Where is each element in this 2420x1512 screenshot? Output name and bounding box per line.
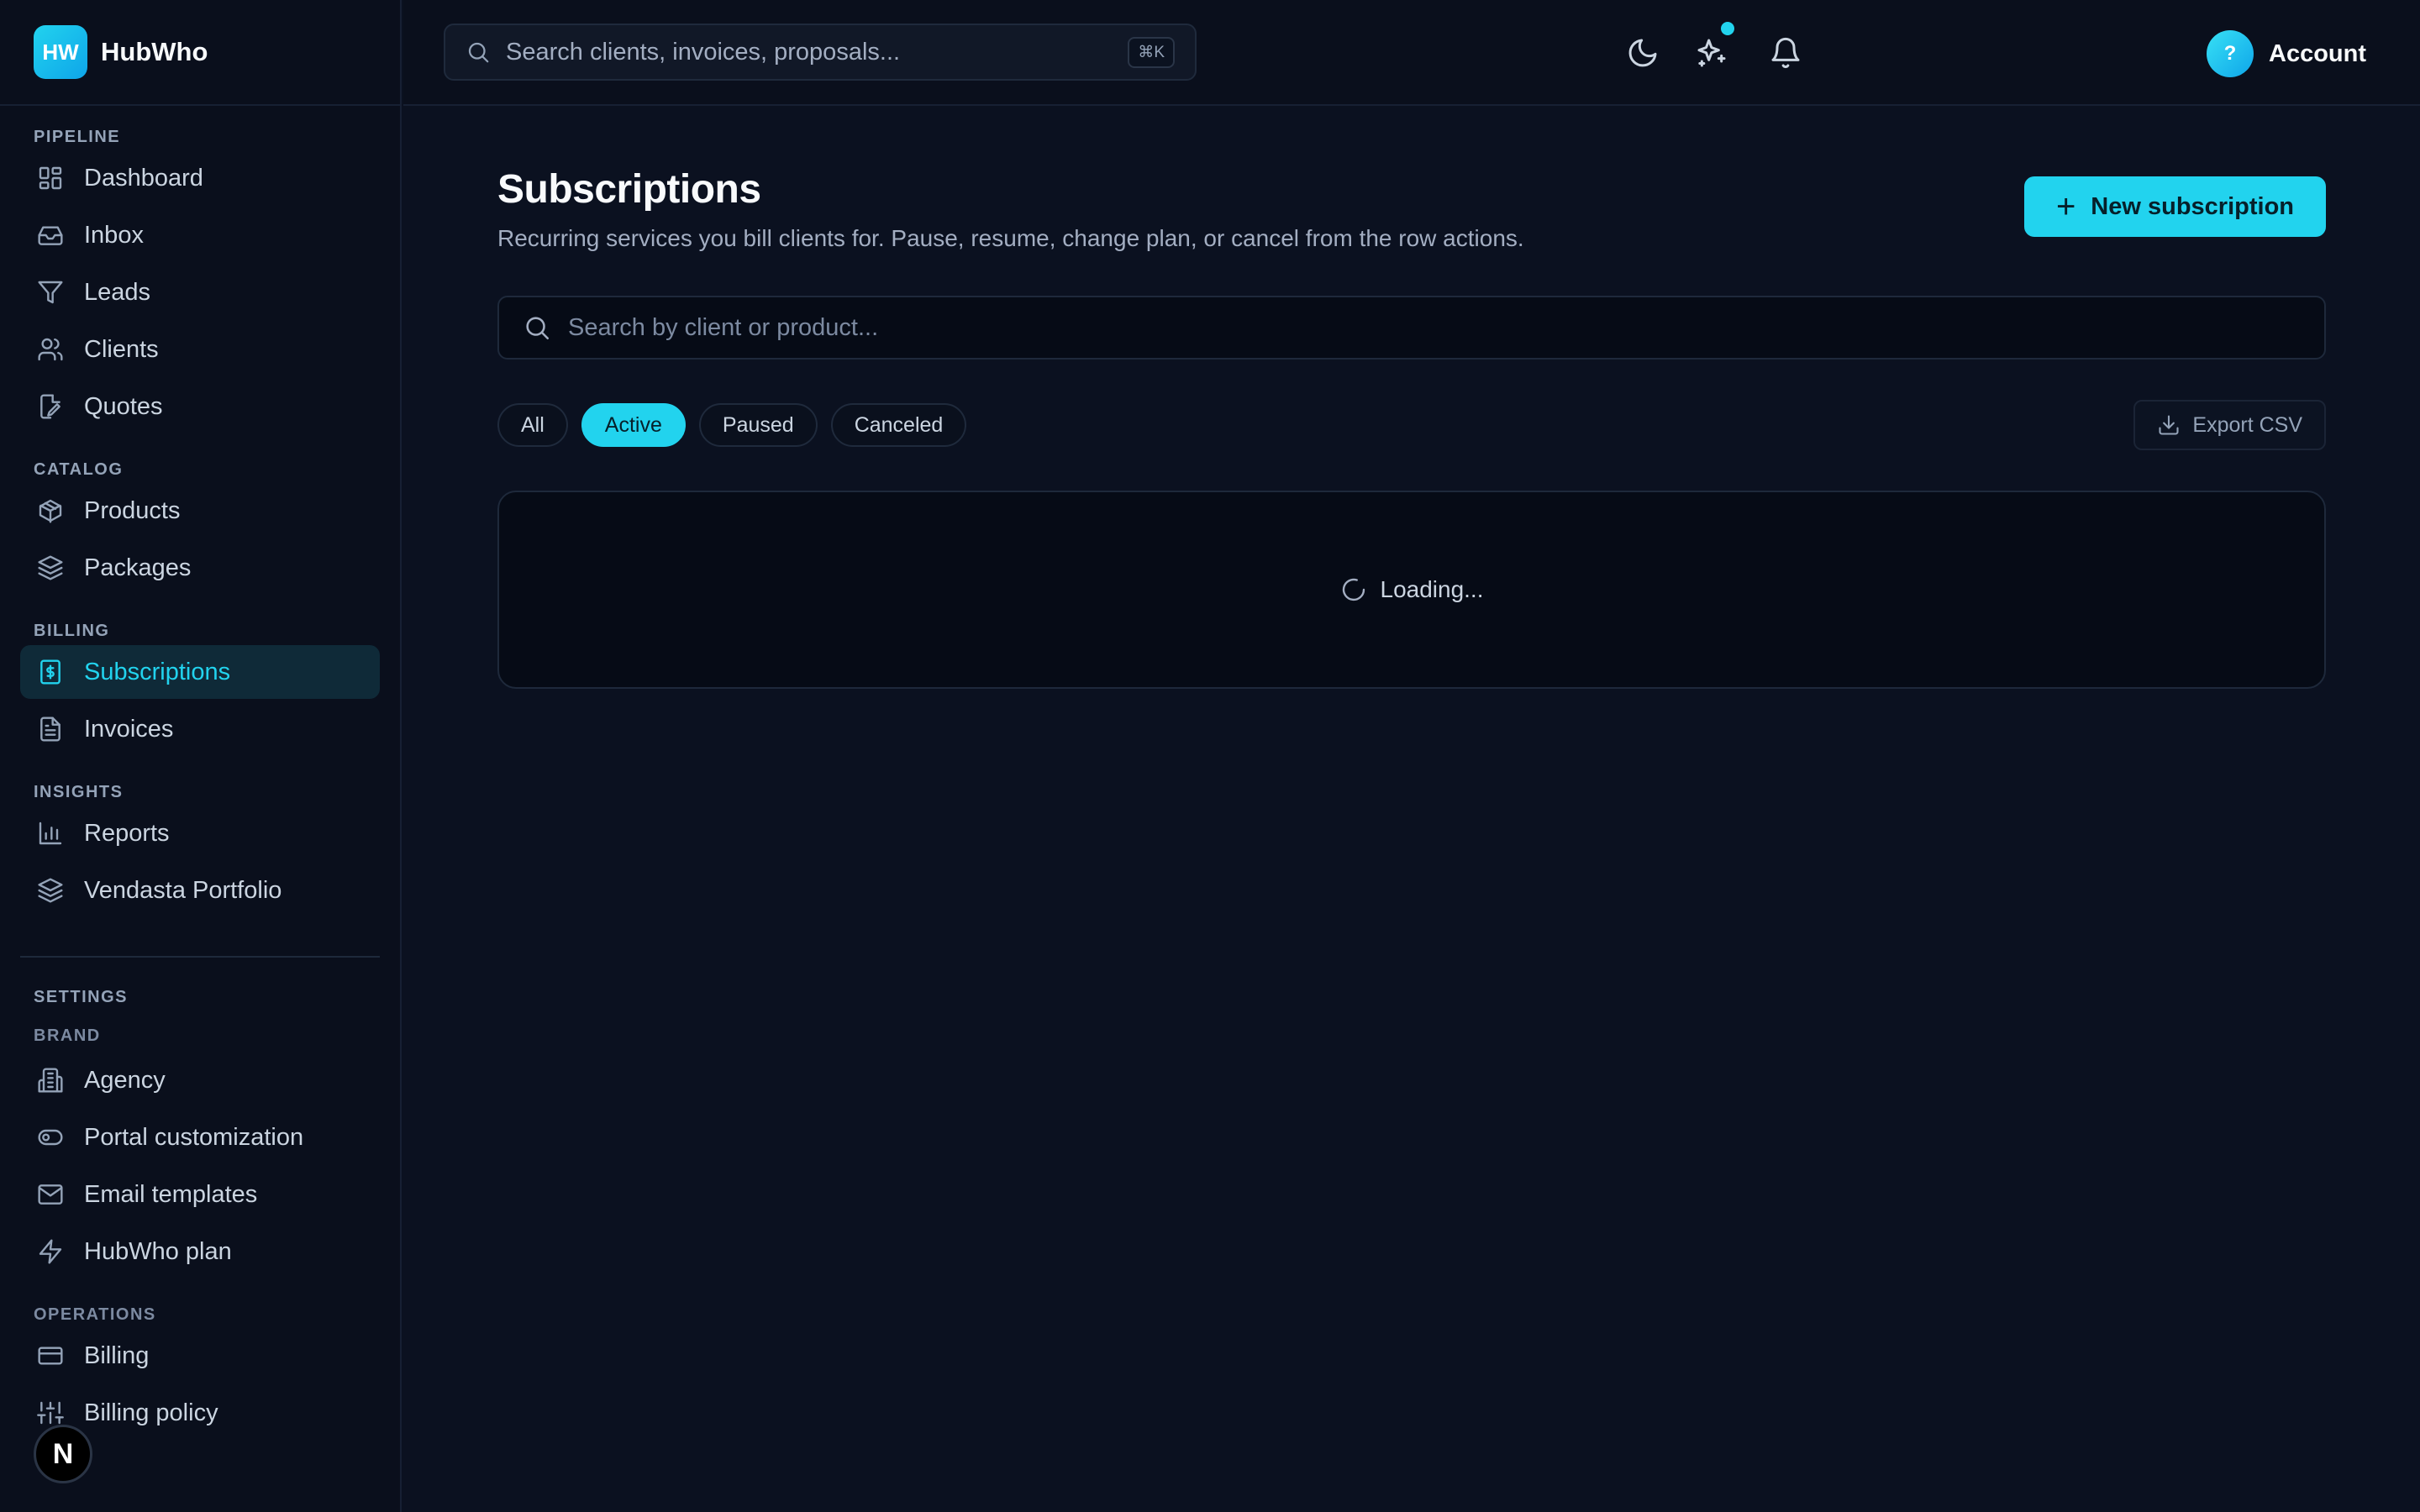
filter-chip-all[interactable]: All — [497, 403, 568, 447]
plus-icon: + — [2055, 188, 2076, 225]
subscriptions-table-loading: Loading... — [497, 491, 2326, 689]
sidebar-item-agency[interactable]: Agency — [20, 1053, 380, 1107]
building-icon — [38, 1068, 63, 1093]
search-icon — [526, 317, 550, 340]
sidebar-item-label: Quotes — [84, 392, 163, 420]
inbox-icon — [38, 226, 63, 245]
new-subscription-label: New subscription — [2091, 192, 2294, 220]
sidebar-item-leads[interactable]: Leads — [20, 265, 380, 319]
quote-edit-icon — [40, 394, 60, 419]
topbar: ⌘K ? Account — [403, 0, 2420, 106]
account-menu[interactable]: ? Account — [2207, 30, 2366, 77]
loading-indicator: Loading... — [1340, 576, 1484, 603]
sidebar-item-invoices[interactable]: Invoices — [20, 702, 380, 756]
section-label-catalog: CATALOG — [34, 460, 124, 479]
export-csv-label: Export CSV — [2192, 412, 2302, 437]
sidebar-item-products[interactable]: Products — [20, 484, 380, 538]
layers-icon — [38, 878, 63, 903]
sidebar-item-label: Dashboard — [84, 164, 203, 192]
sidebar-item-label: Portal customization — [84, 1123, 304, 1151]
brand[interactable]: HW HubWho — [0, 0, 400, 106]
brand-name: HubWho — [101, 37, 208, 66]
bar-chart-icon — [39, 822, 62, 845]
sidebar: HW HubWho PIPELINE Dashboard Inbox Leads… — [0, 0, 402, 1512]
filter-chip-canceled[interactable]: Canceled — [830, 403, 967, 447]
sidebar-item-label: Clients — [84, 335, 159, 363]
users-icon — [38, 338, 63, 361]
section-label-operations: OPERATIONS — [34, 1305, 156, 1324]
section-label-pipeline: PIPELINE — [34, 128, 121, 146]
sidebar-item-label: Inbox — [84, 221, 144, 249]
sidebar-nav: PIPELINE Dashboard Inbox Leads Clients Q… — [0, 106, 400, 1440]
sidebar-item-label: Billing policy — [84, 1399, 218, 1426]
mail-icon — [38, 1184, 63, 1205]
sidebar-item-packages[interactable]: Packages — [20, 541, 380, 595]
search-icon — [468, 42, 489, 63]
global-search-input[interactable] — [506, 38, 1128, 66]
bell-icon — [1771, 37, 1800, 69]
sidebar-item-quotes[interactable]: Quotes — [20, 380, 380, 433]
subscription-search-input[interactable] — [568, 313, 2301, 342]
brand-logo: HW — [34, 25, 87, 79]
sidebar-item-label: Agency — [84, 1066, 166, 1094]
sidebar-item-subscriptions[interactable]: Subscriptions — [20, 645, 380, 699]
sidebar-item-billing[interactable]: Billing — [20, 1329, 380, 1383]
download-icon — [2159, 415, 2179, 435]
layers-icon — [38, 555, 63, 580]
section-label-brand: BRAND — [34, 1026, 101, 1045]
moon-icon — [1628, 39, 1657, 67]
filter-chip-active[interactable]: Active — [581, 403, 686, 447]
sidebar-item-label: Vendasta Portfolio — [84, 876, 282, 904]
sidebar-item-label: Leads — [84, 278, 151, 306]
sidebar-item-hubwho-plan[interactable]: HubWho plan — [20, 1225, 380, 1278]
global-search[interactable]: ⌘K — [444, 24, 1197, 81]
zap-icon — [39, 1239, 62, 1264]
page-subtitle: Recurring services you bill clients for.… — [497, 225, 1524, 251]
sidebar-item-label: Email templates — [84, 1180, 258, 1208]
account-label: Account — [2269, 39, 2366, 67]
export-csv-button[interactable]: Export CSV — [2133, 400, 2326, 450]
dashboard-icon — [39, 166, 62, 190]
sidebar-item-reports[interactable]: Reports — [20, 806, 380, 860]
filter-icon — [38, 281, 63, 304]
sidebar-item-email-templates[interactable]: Email templates — [20, 1168, 380, 1221]
notifications-button[interactable] — [1766, 34, 1805, 72]
sidebar-item-inbox[interactable]: Inbox — [20, 208, 380, 262]
sidebar-item-vendasta-portfolio[interactable]: Vendasta Portfolio — [20, 864, 380, 917]
sidebar-item-label: HubWho plan — [84, 1237, 232, 1265]
spinner-icon — [1342, 578, 1365, 601]
sidebar-item-label: Reports — [84, 819, 170, 847]
file-text-icon — [40, 717, 60, 742]
status-filters: All Active Paused Canceled — [497, 403, 980, 447]
theme-toggle-button[interactable] — [1623, 34, 1662, 72]
sidebar-divider — [20, 956, 380, 958]
new-subscription-button[interactable]: + New subscription — [2023, 176, 2326, 237]
sidebar-item-label: Subscriptions — [84, 658, 231, 685]
filter-chip-paused[interactable]: Paused — [698, 403, 818, 447]
sliders-icon — [37, 1401, 64, 1425]
dev-tools-badge[interactable]: N — [34, 1425, 92, 1483]
sidebar-item-label: Products — [84, 496, 181, 524]
sidebar-item-label: Packages — [84, 554, 192, 581]
loading-text: Loading... — [1380, 576, 1484, 602]
subscription-search[interactable] — [497, 296, 2326, 360]
credit-card-icon — [38, 1347, 63, 1365]
section-label-billing: BILLING — [34, 622, 110, 640]
section-label-settings: SETTINGS — [34, 988, 129, 1006]
notification-dot — [1721, 22, 1734, 35]
toggle-icon — [38, 1129, 63, 1146]
sidebar-item-dashboard[interactable]: Dashboard — [20, 151, 380, 205]
ai-assistant-button[interactable] — [1692, 22, 1734, 72]
avatar: ? — [2207, 30, 2254, 77]
sidebar-item-portal-customization[interactable]: Portal customization — [20, 1110, 380, 1164]
section-label-insights: INSIGHTS — [34, 783, 124, 801]
page-title: Subscriptions — [497, 167, 761, 212]
receipt-dollar-icon — [40, 659, 60, 685]
search-shortcut-hint: ⌘K — [1128, 36, 1175, 68]
sparkles-icon — [1697, 39, 1726, 67]
sidebar-item-clients[interactable]: Clients — [20, 323, 380, 376]
sidebar-item-label: Invoices — [84, 715, 174, 743]
sidebar-item-label: Billing — [84, 1341, 150, 1369]
package-icon — [39, 499, 62, 523]
